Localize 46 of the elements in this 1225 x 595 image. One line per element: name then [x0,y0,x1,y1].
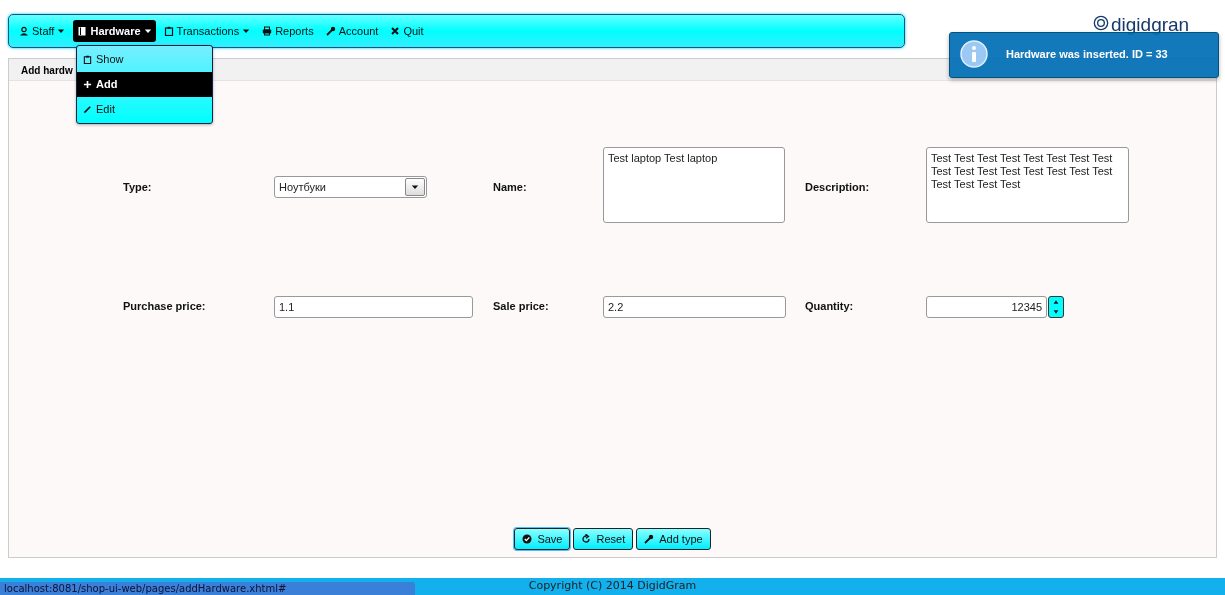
field-label: Name: [493,180,528,195]
dropdown-item[interactable]: Add [77,72,212,97]
menu-item[interactable]: Hardware [73,19,156,43]
text-area[interactable]: Test Test Test Test Test Test Test Test Test Test Test Test Test Test Test Test Test Test Test Test [926,147,1129,223]
menu-item[interactable]: Account [321,19,383,43]
menu-item[interactable]: Quit [386,19,428,43]
dropdown-value: Ноутбуки [279,180,326,195]
close-icon [390,26,401,36]
menu-item[interactable]: Transactions [159,19,255,43]
input-field[interactable]: 2.2 [603,295,786,318]
field-label: Purchase price: [123,299,207,315]
clipboard-icon [83,55,92,64]
logo-text: digidgran [1111,15,1190,34]
up-arrow-icon [1052,298,1060,305]
check-icon [522,534,533,544]
dropdown-item[interactable]: Edit [77,97,212,122]
number-field[interactable]: 12345 [926,295,1047,318]
spiral-icon [1093,15,1109,31]
info-icon [960,40,988,68]
dropdown-button[interactable] [405,178,425,197]
form-button[interactable]: Add type [636,528,711,550]
notification-text: Hardware was inserted. ID = 33 [1006,47,1168,62]
form-button[interactable]: Reset [573,528,634,550]
field-label: Sale price: [493,299,550,315]
spinner-buttons[interactable] [1048,295,1064,318]
type-dropdown[interactable]: Ноутбуки [274,176,427,199]
book-icon [77,26,88,36]
person-icon [19,26,29,36]
copyright-text: Copyright (C) 2014 DigidGram [528,578,697,595]
status-url: localhost:8081/shop-ui-web/pages/addHardware.xhtml# [0,582,415,595]
field-label: Description: [805,180,871,195]
wrench-icon [325,26,336,36]
printer-icon [262,26,273,36]
menu-item[interactable]: Reports [258,19,318,43]
menu-item[interactable]: Staff [15,19,70,43]
clipboard-icon [163,26,174,36]
plus-icon [83,80,92,89]
pencil-icon [83,105,92,114]
down-arrow-icon [1052,308,1060,315]
refresh-icon [581,534,592,544]
field-label: Quantity: [805,299,855,315]
text-area[interactable]: Test laptop Test laptop [603,147,785,223]
field-label: Type: [123,180,153,195]
wrench-icon [644,534,655,544]
form-button[interactable]: Save [514,528,571,550]
input-field[interactable]: 1.1 [274,295,473,318]
